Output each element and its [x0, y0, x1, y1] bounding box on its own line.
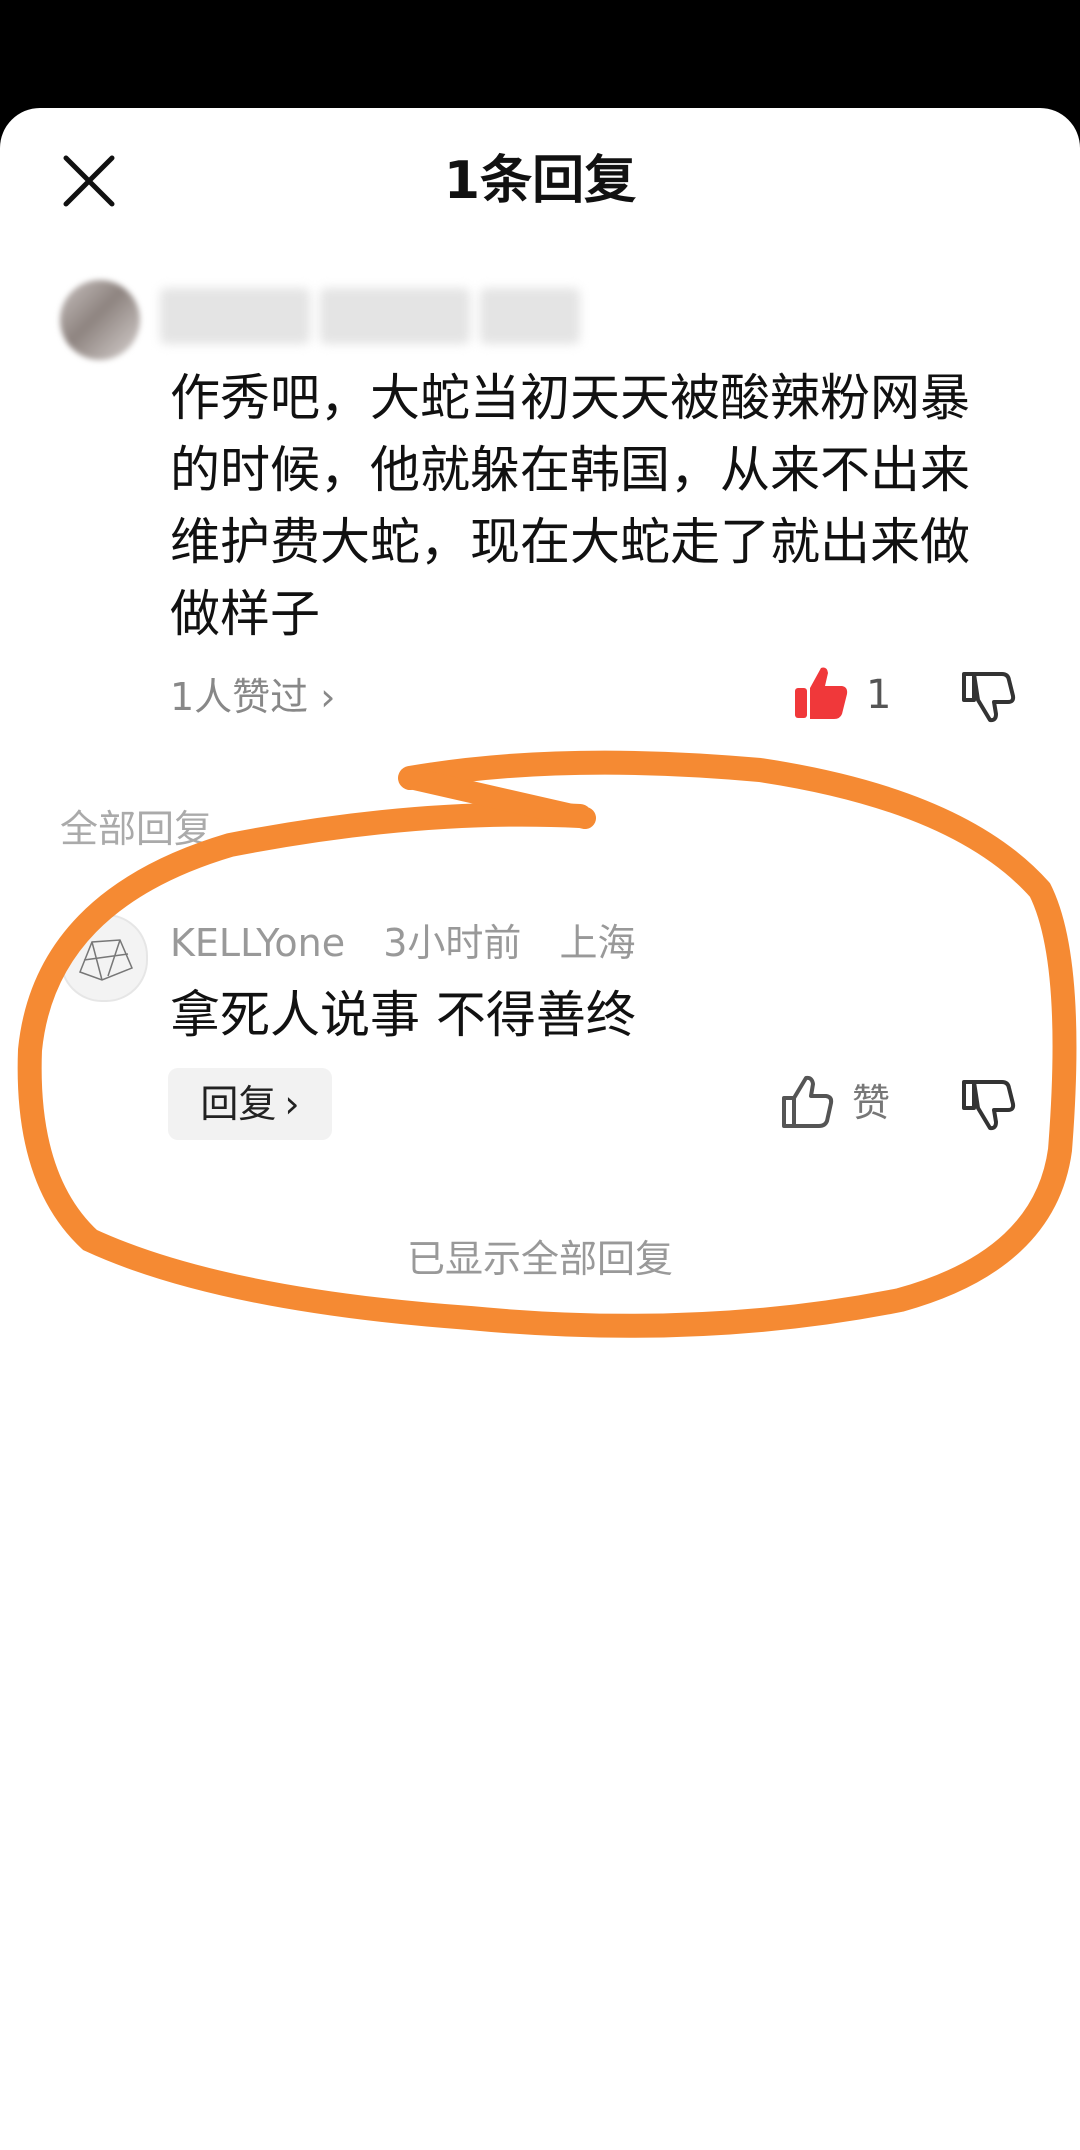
chevron-right-icon: ›: [320, 675, 336, 719]
page-title: 1条回复: [443, 151, 637, 211]
reply-like-label[interactable]: 赞: [852, 1078, 890, 1128]
reply-button[interactable]: 回复 ›: [168, 1068, 332, 1140]
reply-text: 拿死人说事 不得善终: [170, 986, 636, 1044]
thumbs-down-icon[interactable]: [960, 668, 1016, 724]
likers-link[interactable]: 1人赞过 ›: [170, 672, 335, 722]
commenter-avatar[interactable]: [60, 280, 140, 360]
all-replies-shown-label: 已显示全部回复: [406, 1237, 673, 1281]
commenter-name-blurred: [160, 288, 310, 344]
commenter-meta-blurred: [320, 288, 470, 344]
reply-meta: KELLYone 3小时前 上海: [170, 918, 662, 968]
reply-time: 3小时前: [383, 921, 522, 965]
chevron-right-icon: ›: [284, 1082, 300, 1126]
reply-button-label: 回复: [200, 1082, 277, 1126]
likers-label: 1人赞过: [170, 675, 309, 719]
commenter-meta-blurred: [480, 288, 580, 344]
thumbs-up-icon[interactable]: [792, 664, 850, 722]
reply-username[interactable]: KELLYone: [170, 921, 345, 965]
comment-text: 作秀吧，大蛇当初天天被酸辣粉网暴的时候，他就躲在韩国，从来不出来维护费大蛇，现在…: [170, 369, 970, 643]
thumbs-down-icon[interactable]: [960, 1076, 1016, 1132]
like-count: 1: [866, 672, 892, 718]
reply-avatar[interactable]: [60, 914, 148, 1002]
reply-location: 上海: [559, 921, 636, 965]
section-label: 全部回复: [60, 807, 213, 851]
thumbs-up-icon[interactable]: [780, 1074, 836, 1130]
